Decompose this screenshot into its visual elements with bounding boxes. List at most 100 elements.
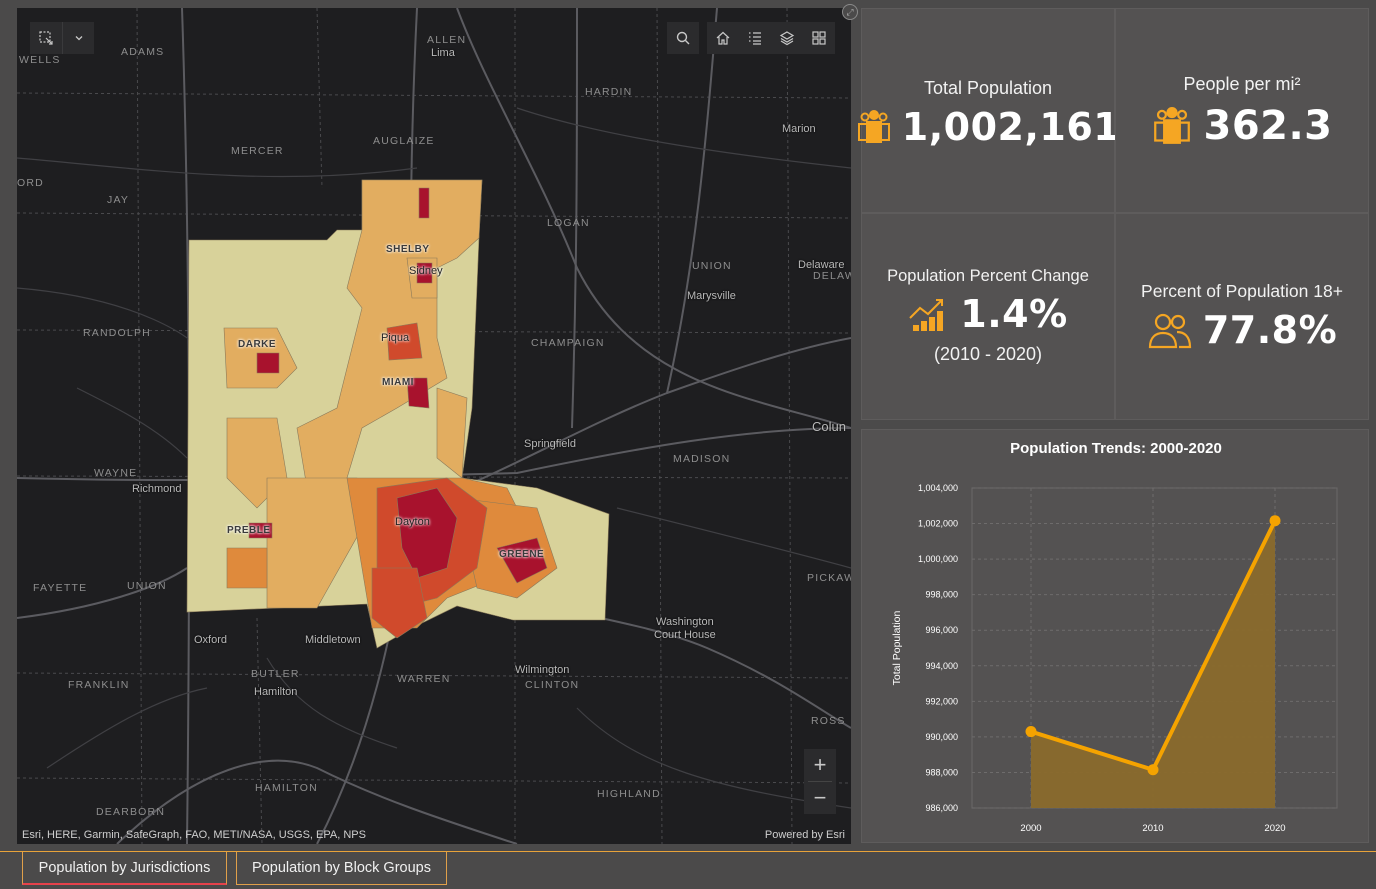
population-trends-chart: Population Trends: 2000-2020 986,000 988,0…: [861, 429, 1369, 843]
map-view[interactable]: WELLS ADAMS ALLEN HARDIN MERCER AUGLAIZE…: [17, 8, 851, 844]
city-label: Marysville: [687, 290, 736, 302]
city-label: Piqua: [381, 332, 410, 344]
y-tick-label: 998,000: [925, 590, 958, 600]
x-tick-label: 2020: [1264, 823, 1285, 834]
data-point: [1025, 726, 1037, 738]
x-tick-label: 2010: [1142, 823, 1163, 834]
county-label: PREBLE: [227, 525, 271, 536]
two-people-icon: [1147, 311, 1193, 349]
tab-population-by-jurisdictions[interactable]: Population by Jurisdictions: [22, 852, 227, 885]
y-tick-label: 986,000: [925, 803, 958, 813]
y-axis-label: Total Population: [891, 610, 903, 685]
legend-button[interactable]: [739, 22, 771, 54]
home-icon: [716, 31, 730, 45]
basemap: [17, 8, 851, 844]
city-label: Washington: [656, 616, 714, 628]
stat-row: 77.8%: [1116, 308, 1368, 352]
region-label: ROSS: [811, 715, 846, 727]
zoom-control: + −: [804, 749, 836, 814]
y-tick-label: 1,004,000: [918, 483, 958, 493]
y-tick-label: 994,000: [925, 661, 958, 671]
stat-row: 362.3: [1116, 103, 1368, 149]
region-label: FAYETTE: [33, 582, 88, 594]
region-label: RANDOLPH: [83, 327, 151, 339]
stat-title: Total Population: [923, 78, 1053, 98]
layers-button[interactable]: [771, 22, 803, 54]
home-button[interactable]: [707, 22, 739, 54]
select-dropdown-button[interactable]: [62, 22, 94, 54]
grid-icon: [812, 31, 826, 45]
city-label: Dayton: [395, 516, 430, 528]
search-button[interactable]: [667, 22, 699, 54]
adults-value: 77.8%: [1202, 308, 1338, 352]
chart-title: Population Trends: 2000-2020: [1010, 440, 1222, 457]
region-label: WAYNE: [94, 467, 138, 479]
people-group-icon: [1151, 107, 1193, 145]
density-card: People per mi² 362.3: [1115, 8, 1369, 213]
total-population-value: 1,002,161: [901, 105, 1121, 149]
percent-change-card: Population Percent Change 1.4% (2010 - 2…: [861, 213, 1115, 420]
select-area-icon: [39, 31, 53, 45]
stat-title: Percent of Population 18+: [1141, 281, 1343, 301]
region-label: HAMILTON: [255, 782, 318, 794]
region-label: WARREN: [397, 673, 451, 685]
city-label: Marion: [782, 123, 816, 135]
map-attribution[interactable]: Esri, HERE, Garmin, SafeGraph, FAO, METI…: [22, 829, 366, 841]
county-label: MIAMI: [382, 377, 414, 388]
y-tick-label: 992,000: [925, 696, 958, 706]
city-label: Middletown: [305, 634, 361, 646]
tab-population-by-block-groups[interactable]: Population by Block Groups: [236, 852, 447, 885]
data-point: [1147, 764, 1159, 776]
y-tick-label: 1,000,000: [918, 554, 958, 564]
stat-row: 1,002,161: [857, 105, 1120, 149]
y-tick-label: 988,000: [925, 767, 958, 777]
stat-row: 1.4%: [862, 292, 1114, 336]
city-label: Colun: [812, 419, 846, 434]
region-label: LOGAN: [547, 217, 590, 229]
city-label: Hamilton: [254, 686, 298, 698]
chart-svg: Population Trends: 2000-2020 986,000 988,0…: [891, 440, 1338, 834]
region-label: MADISON: [673, 453, 731, 465]
adults-card: Percent of Population 18+ 77.8%: [1115, 213, 1369, 420]
region-label: PICKAW: [807, 572, 851, 584]
region-label: DEARBORN: [96, 806, 166, 818]
total-population-card: Total Population 1,002,161: [857, 8, 1120, 213]
powered-by-esri[interactable]: Powered by Esri: [765, 829, 845, 841]
city-label: Springfield: [524, 438, 576, 450]
city-label: Oxford: [194, 634, 228, 646]
zoom-in-button[interactable]: +: [804, 749, 836, 781]
city-label: Court House: [654, 629, 716, 641]
region-label: UNION: [127, 580, 167, 592]
region-label: ADAMS: [121, 46, 165, 58]
region-label: FRANKLIN: [68, 679, 130, 691]
growth-chart-icon: [908, 296, 950, 332]
county-label: GREENE: [499, 549, 545, 560]
region-label: BUTLER: [251, 668, 300, 680]
select-tool-button[interactable]: [30, 22, 62, 54]
basemap-gallery-button[interactable]: [803, 22, 835, 54]
percent-change-value: 1.4%: [960, 292, 1068, 336]
city-label: Richmond: [132, 483, 182, 495]
city-label: Sidney: [409, 265, 443, 277]
data-point: [1269, 515, 1281, 527]
region-label: JAY: [107, 194, 130, 206]
plot-area: [971, 487, 1338, 809]
region-label: CHAMPAIGN: [531, 337, 605, 349]
zoom-out-button[interactable]: −: [804, 782, 836, 814]
dashboard: WELLS ADAMS ALLEN HARDIN MERCER AUGLAIZE…: [0, 0, 1376, 889]
y-tick-label: 1,002,000: [918, 519, 958, 529]
legend-list-icon: [749, 32, 761, 45]
y-tick-label: 996,000: [925, 625, 958, 635]
region-label: MERCER: [231, 145, 284, 157]
map-tools-toolbar: [707, 22, 835, 54]
expand-icon[interactable]: ⤢: [842, 4, 858, 20]
city-label: Wilmington: [515, 664, 570, 676]
county-label: DARKE: [238, 339, 277, 350]
region-label: WELLS: [19, 54, 61, 66]
region-label: ORD: [17, 177, 44, 189]
region-label: ALLEN: [427, 34, 467, 46]
density-value: 362.3: [1203, 103, 1333, 149]
search-toolbar: [667, 22, 699, 54]
region-label: DELAW: [813, 270, 851, 282]
region-label: HIGHLAND: [597, 788, 661, 800]
